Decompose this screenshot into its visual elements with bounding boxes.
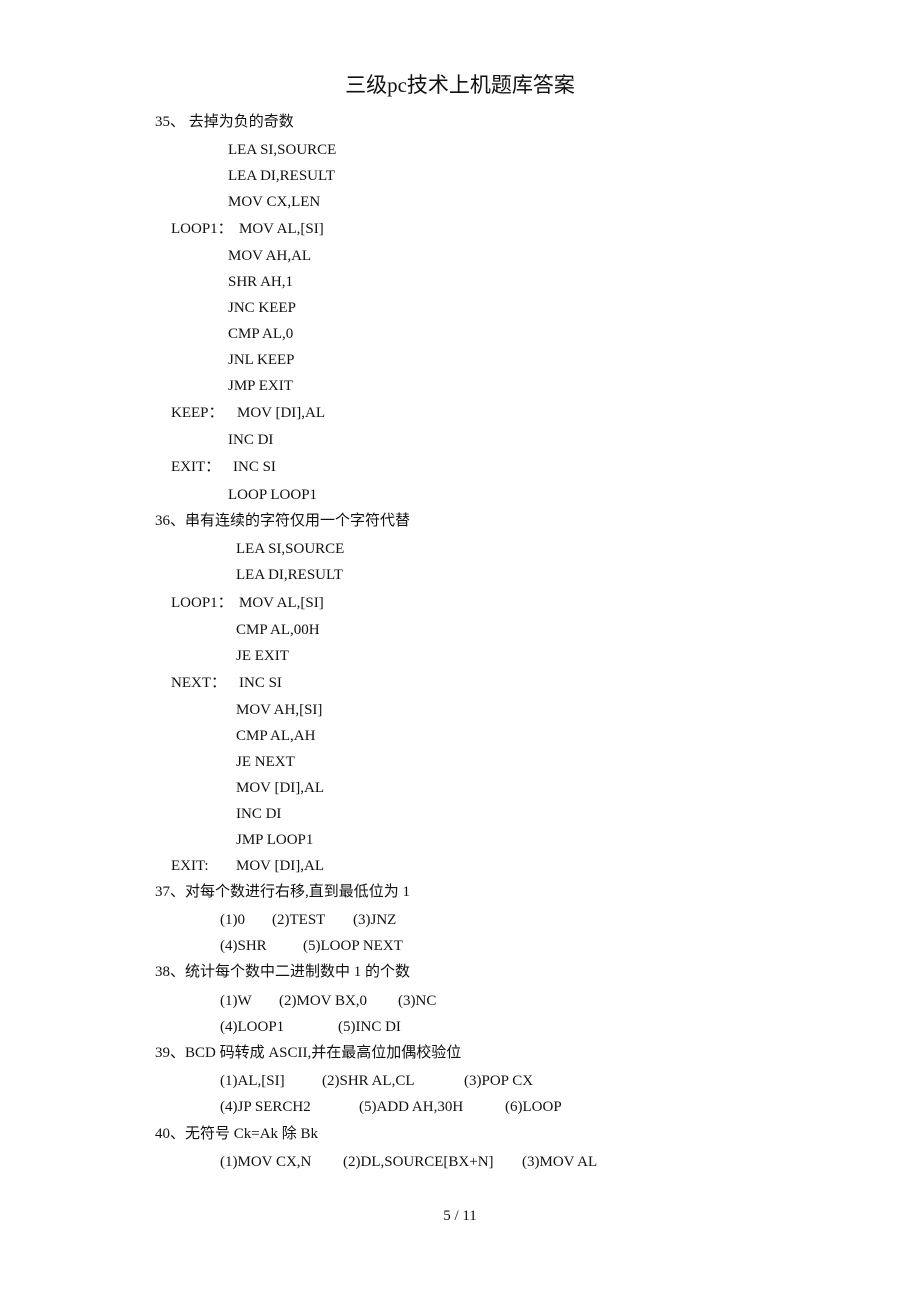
answer-3: (3)NC bbox=[398, 993, 437, 1009]
question-37-heading: 37、对每个数进行右移,直到最低位为 1 bbox=[155, 884, 411, 900]
answer-1: (1)AL,[SI] bbox=[220, 1073, 285, 1089]
code-line: MOV CX,LEN bbox=[228, 194, 321, 210]
code-line: MOV AH,[SI] bbox=[236, 702, 323, 718]
code-line: JNL KEEP bbox=[228, 352, 295, 368]
code-line: CMP AL,00H bbox=[236, 622, 320, 638]
code-line: JE EXIT bbox=[236, 648, 289, 664]
code-label-exit: EXIT： bbox=[171, 459, 221, 475]
code-line: INC SI bbox=[239, 675, 282, 691]
answer-4: (4)LOOP1 bbox=[220, 1019, 285, 1035]
answer-3: (3)POP CX bbox=[464, 1073, 534, 1089]
code-label-next: NEXT： bbox=[171, 675, 226, 691]
code-line: JMP EXIT bbox=[228, 378, 293, 394]
code-label-keep: KEEP： bbox=[171, 405, 224, 421]
answer-2: (2)DL,SOURCE[BX+N] bbox=[343, 1154, 494, 1170]
code-line: MOV AH,AL bbox=[228, 248, 312, 264]
code-line: LEA SI,SOURCE bbox=[236, 541, 345, 557]
code-line: LEA SI,SOURCE bbox=[228, 142, 337, 158]
code-label-loop1: LOOP1： bbox=[171, 221, 233, 237]
answer-6: (6)LOOP bbox=[505, 1099, 562, 1115]
question-40-heading: 40、无符号 Ck=Ak 除 Bk bbox=[155, 1126, 319, 1142]
answer-5: (5)INC DI bbox=[338, 1019, 401, 1035]
page-title: 三级pc技术上机题库答案 bbox=[345, 73, 575, 97]
code-line: LEA DI,RESULT bbox=[236, 567, 343, 583]
answer-4: (4)SHR bbox=[220, 938, 267, 954]
code-line: MOV [DI],AL bbox=[236, 780, 325, 796]
code-line: JMP LOOP1 bbox=[236, 832, 314, 848]
question-38-heading: 38、统计每个数中二进制数中 1 的个数 bbox=[155, 964, 411, 980]
answer-1: (1)W bbox=[220, 993, 252, 1009]
code-line: LEA DI,RESULT bbox=[228, 168, 335, 184]
answer-4: (4)JP SERCH2 bbox=[220, 1099, 311, 1115]
answer-2: (2)SHR AL,CL bbox=[322, 1073, 415, 1089]
answer-2: (2)MOV BX,0 bbox=[279, 993, 368, 1009]
question-39-heading: 39、BCD 码转成 ASCII,并在最高位加偶校验位 bbox=[155, 1045, 462, 1061]
answer-3: (3)JNZ bbox=[353, 912, 397, 928]
code-line: LOOP LOOP1 bbox=[228, 487, 318, 503]
code-line: INC DI bbox=[236, 806, 282, 822]
page-indicator: 5 / 11 bbox=[443, 1208, 477, 1224]
code-line: MOV [DI],AL bbox=[237, 405, 326, 421]
question-36-heading: 36、串有连续的字符仅用一个字符代替 bbox=[155, 513, 411, 529]
answer-5: (5)LOOP NEXT bbox=[303, 938, 403, 954]
code-line: MOV [DI],AL bbox=[236, 858, 325, 874]
question-35-heading: 35、 去掉为负的奇数 bbox=[155, 114, 294, 130]
answer-5: (5)ADD AH,30H bbox=[359, 1099, 464, 1115]
code-line: MOV AL,[SI] bbox=[239, 595, 324, 611]
code-line: JE NEXT bbox=[236, 754, 295, 770]
answer-1: (1)0 bbox=[220, 912, 245, 928]
code-line: SHR AH,1 bbox=[228, 274, 294, 290]
code-line: CMP AL,AH bbox=[236, 728, 316, 744]
code-line: INC SI bbox=[233, 459, 276, 475]
answer-1: (1)MOV CX,N bbox=[220, 1154, 312, 1170]
answer-2: (2)TEST bbox=[272, 912, 326, 928]
answer-3: (3)MOV AL bbox=[522, 1154, 598, 1170]
code-line: MOV AL,[SI] bbox=[239, 221, 324, 237]
code-label-loop1: LOOP1： bbox=[171, 595, 233, 611]
code-line: INC DI bbox=[228, 432, 274, 448]
code-label-exit: EXIT: bbox=[171, 858, 209, 874]
code-line: CMP AL,0 bbox=[228, 326, 294, 342]
code-line: JNC KEEP bbox=[228, 300, 296, 316]
